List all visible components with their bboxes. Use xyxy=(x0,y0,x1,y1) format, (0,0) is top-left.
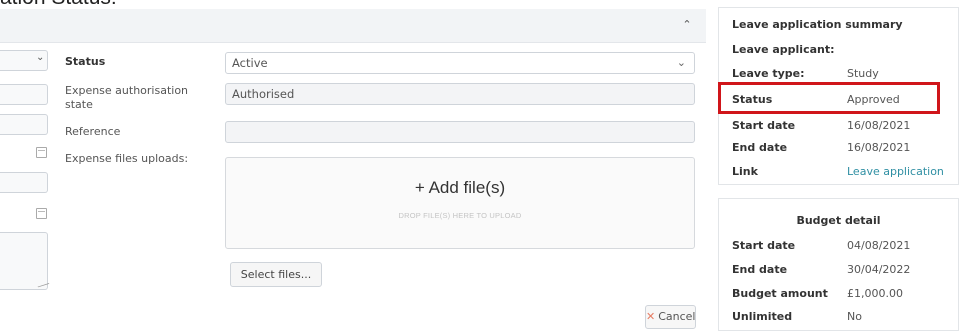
left-text-field[interactable] xyxy=(0,114,48,135)
leave-link-key: Link xyxy=(732,165,758,178)
expense-authorisation-field[interactable]: Authorised xyxy=(225,83,695,105)
status-select-value: Active xyxy=(232,56,268,70)
dropzone-hint: DROP FILE(S) HERE TO UPLOAD xyxy=(398,211,522,220)
status-select[interactable]: Active ⌄ xyxy=(225,52,695,74)
budget-unlimited-value: No xyxy=(847,310,862,323)
budget-end-date-value: 30/04/2022 xyxy=(847,263,911,276)
select-files-button[interactable]: Select files... xyxy=(230,262,322,287)
reference-label: Reference xyxy=(65,125,121,138)
budget-detail-panel: Budget detail Start date 04/08/2021 End … xyxy=(718,198,959,331)
leave-end-date-key: End date xyxy=(732,141,788,154)
left-text-field[interactable] xyxy=(0,172,48,193)
left-text-field[interactable] xyxy=(0,84,48,105)
calendar-icon[interactable] xyxy=(36,147,47,158)
calendar-icon[interactable] xyxy=(36,208,47,219)
leave-start-date-value: 16/08/2021 xyxy=(847,119,911,132)
chevron-down-icon: ⌄ xyxy=(36,52,45,63)
budget-amount-key: Budget amount xyxy=(732,287,828,300)
reference-input[interactable] xyxy=(225,121,695,143)
page-heading: ation Status: xyxy=(0,0,200,9)
budget-detail-title: Budget detail xyxy=(796,214,881,227)
leave-applicant-key: Leave applicant: xyxy=(732,43,835,56)
add-files-button[interactable]: + Add file(s) xyxy=(226,178,694,198)
budget-start-date-key: Start date xyxy=(732,239,796,252)
budget-amount-value: £1,000.00 xyxy=(847,287,903,300)
cancel-button-label: Cancel xyxy=(658,310,696,323)
status-highlight-box xyxy=(718,82,940,114)
status-label: Status xyxy=(65,55,106,68)
leave-type-key: Leave type: xyxy=(732,67,805,80)
budget-end-date-key: End date xyxy=(732,263,788,276)
close-icon: ✕ xyxy=(646,310,656,323)
budget-start-date-value: 04/08/2021 xyxy=(847,239,911,252)
expense-files-uploads-label: Expense files uploads: xyxy=(65,152,189,165)
chevron-down-icon: ⌄ xyxy=(676,56,686,69)
section-header-bar xyxy=(0,9,706,43)
cancel-button[interactable]: ✕ Cancel xyxy=(645,305,696,329)
expense-authorisation-label: Expense authorisation state xyxy=(65,84,189,111)
chevron-up-icon[interactable]: ⌃ xyxy=(678,16,696,34)
file-dropzone[interactable]: + Add file(s) DROP FILE(S) HERE TO UPLOA… xyxy=(225,157,695,249)
leave-summary-title: Leave application summary xyxy=(732,18,903,31)
expense-authorisation-value: Authorised xyxy=(232,87,295,101)
leave-end-date-value: 16/08/2021 xyxy=(847,141,911,154)
budget-unlimited-key: Unlimited xyxy=(732,310,793,323)
leave-application-link[interactable]: Leave application xyxy=(847,165,944,178)
leave-type-value: Study xyxy=(847,67,879,80)
left-textarea[interactable] xyxy=(0,232,48,290)
leave-start-date-key: Start date xyxy=(732,119,796,132)
